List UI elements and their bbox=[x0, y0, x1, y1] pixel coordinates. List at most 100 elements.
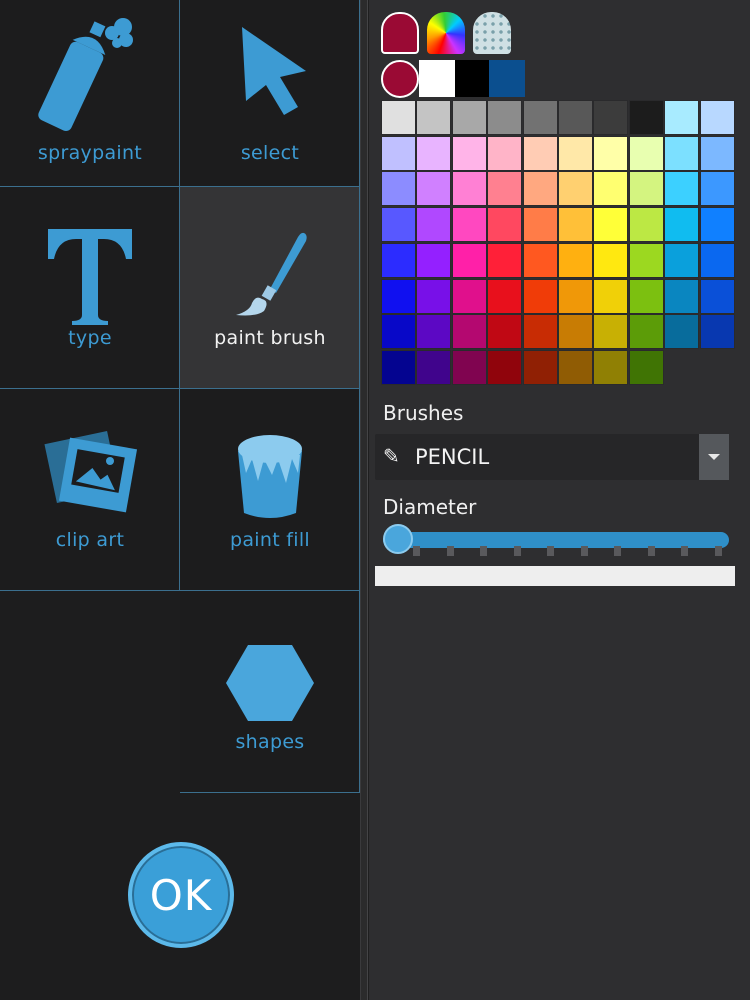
color-swatch[interactable] bbox=[451, 242, 487, 278]
color-swatch[interactable] bbox=[558, 314, 593, 350]
color-swatch[interactable] bbox=[699, 207, 735, 243]
tool-select[interactable]: select bbox=[180, 0, 360, 187]
color-swatch[interactable] bbox=[558, 242, 593, 278]
color-swatch[interactable] bbox=[593, 100, 629, 135]
color-swatch[interactable] bbox=[522, 242, 558, 278]
color-swatch[interactable] bbox=[522, 171, 558, 207]
color-swatch[interactable] bbox=[628, 207, 664, 243]
color-swatch[interactable] bbox=[381, 207, 416, 243]
color-swatch[interactable] bbox=[416, 171, 452, 207]
color-swatch[interactable] bbox=[487, 135, 523, 171]
tool-clip-art[interactable]: clip art bbox=[0, 389, 180, 591]
color-swatch[interactable] bbox=[451, 278, 487, 314]
color-swatch[interactable] bbox=[593, 278, 629, 314]
color-swatch[interactable] bbox=[487, 314, 523, 350]
color-swatch[interactable] bbox=[522, 207, 558, 243]
color-swatch[interactable] bbox=[381, 242, 416, 278]
paintbrush-icon bbox=[236, 232, 307, 316]
color-swatch[interactable] bbox=[593, 171, 629, 207]
tool-spraypaint[interactable]: spraypaint bbox=[0, 0, 180, 187]
color-swatch[interactable] bbox=[699, 135, 735, 171]
rainbow-color-mode-button[interactable] bbox=[427, 12, 465, 54]
color-swatch[interactable] bbox=[451, 314, 487, 350]
tool-paint-fill[interactable]: paint fill bbox=[180, 389, 360, 591]
recent-color-swatch[interactable] bbox=[419, 60, 455, 97]
color-swatch[interactable] bbox=[487, 349, 523, 385]
color-swatch[interactable] bbox=[381, 100, 416, 135]
color-swatch[interactable] bbox=[593, 242, 629, 278]
slider-tick bbox=[714, 546, 722, 556]
color-swatch[interactable] bbox=[416, 100, 452, 135]
color-swatch[interactable] bbox=[664, 242, 700, 278]
color-swatch[interactable] bbox=[664, 207, 700, 243]
color-swatch[interactable] bbox=[628, 314, 664, 350]
color-swatch[interactable] bbox=[664, 314, 700, 350]
color-swatch[interactable] bbox=[381, 314, 416, 350]
brush-dropdown[interactable]: ✎ PENCIL bbox=[375, 434, 729, 480]
color-swatch[interactable] bbox=[487, 171, 523, 207]
slider-thumb[interactable] bbox=[383, 524, 413, 554]
tool-type[interactable]: type bbox=[0, 187, 180, 389]
color-swatch[interactable] bbox=[699, 314, 735, 350]
color-swatch[interactable] bbox=[593, 135, 629, 171]
color-swatch[interactable] bbox=[628, 349, 664, 385]
color-swatch[interactable] bbox=[699, 242, 735, 278]
recent-color-swatch[interactable] bbox=[455, 60, 491, 97]
solid-color-mode-button[interactable] bbox=[381, 12, 419, 54]
color-swatch[interactable] bbox=[558, 135, 593, 171]
color-swatch[interactable] bbox=[416, 349, 452, 385]
color-swatch[interactable] bbox=[451, 349, 487, 385]
color-swatch[interactable] bbox=[522, 100, 558, 135]
color-swatch[interactable] bbox=[381, 278, 416, 314]
color-swatch[interactable] bbox=[664, 135, 700, 171]
color-swatch[interactable] bbox=[699, 100, 735, 135]
color-swatch[interactable] bbox=[451, 135, 487, 171]
chevron-down-icon[interactable] bbox=[699, 434, 729, 480]
color-swatch[interactable] bbox=[522, 314, 558, 350]
color-swatch[interactable] bbox=[451, 171, 487, 207]
color-swatch[interactable] bbox=[558, 171, 593, 207]
color-swatch[interactable] bbox=[416, 278, 452, 314]
color-swatch[interactable] bbox=[558, 278, 593, 314]
color-swatch[interactable] bbox=[628, 278, 664, 314]
color-swatch[interactable] bbox=[628, 135, 664, 171]
color-swatch[interactable] bbox=[593, 207, 629, 243]
color-swatch[interactable] bbox=[451, 207, 487, 243]
color-swatch[interactable] bbox=[558, 100, 593, 135]
color-swatch[interactable] bbox=[558, 207, 593, 243]
color-swatch[interactable] bbox=[487, 278, 523, 314]
color-swatch[interactable] bbox=[416, 242, 452, 278]
pattern-color-mode-button[interactable] bbox=[473, 12, 511, 54]
color-swatch[interactable] bbox=[381, 349, 416, 385]
color-swatch[interactable] bbox=[593, 349, 629, 385]
current-color-swatch[interactable] bbox=[381, 60, 419, 98]
color-swatch[interactable] bbox=[487, 100, 523, 135]
color-swatch[interactable] bbox=[699, 278, 735, 314]
color-swatch[interactable] bbox=[699, 171, 735, 207]
diameter-slider[interactable] bbox=[383, 524, 729, 560]
color-swatch[interactable] bbox=[522, 349, 558, 385]
color-swatch[interactable] bbox=[381, 171, 416, 207]
color-swatch[interactable] bbox=[628, 242, 664, 278]
color-swatch[interactable] bbox=[487, 242, 523, 278]
color-swatch[interactable] bbox=[522, 278, 558, 314]
color-swatch[interactable] bbox=[381, 135, 416, 171]
color-swatch[interactable] bbox=[664, 171, 700, 207]
color-swatch[interactable] bbox=[487, 207, 523, 243]
color-swatch[interactable] bbox=[593, 314, 629, 350]
tool-paint-brush[interactable]: paint brush bbox=[180, 187, 360, 389]
color-swatch[interactable] bbox=[628, 171, 664, 207]
color-swatch[interactable] bbox=[416, 314, 452, 350]
color-swatch[interactable] bbox=[416, 135, 452, 171]
color-swatch[interactable] bbox=[664, 278, 700, 314]
color-swatch[interactable] bbox=[416, 207, 452, 243]
color-swatch[interactable] bbox=[558, 349, 593, 385]
tool-shapes[interactable]: shapes bbox=[180, 591, 360, 793]
paint-bucket-icon bbox=[238, 435, 302, 518]
color-swatch[interactable] bbox=[628, 100, 664, 135]
recent-color-swatch[interactable] bbox=[489, 60, 525, 97]
ok-button[interactable]: OK bbox=[128, 842, 234, 948]
color-swatch[interactable] bbox=[522, 135, 558, 171]
color-swatch[interactable] bbox=[664, 100, 700, 135]
color-swatch[interactable] bbox=[451, 100, 487, 135]
